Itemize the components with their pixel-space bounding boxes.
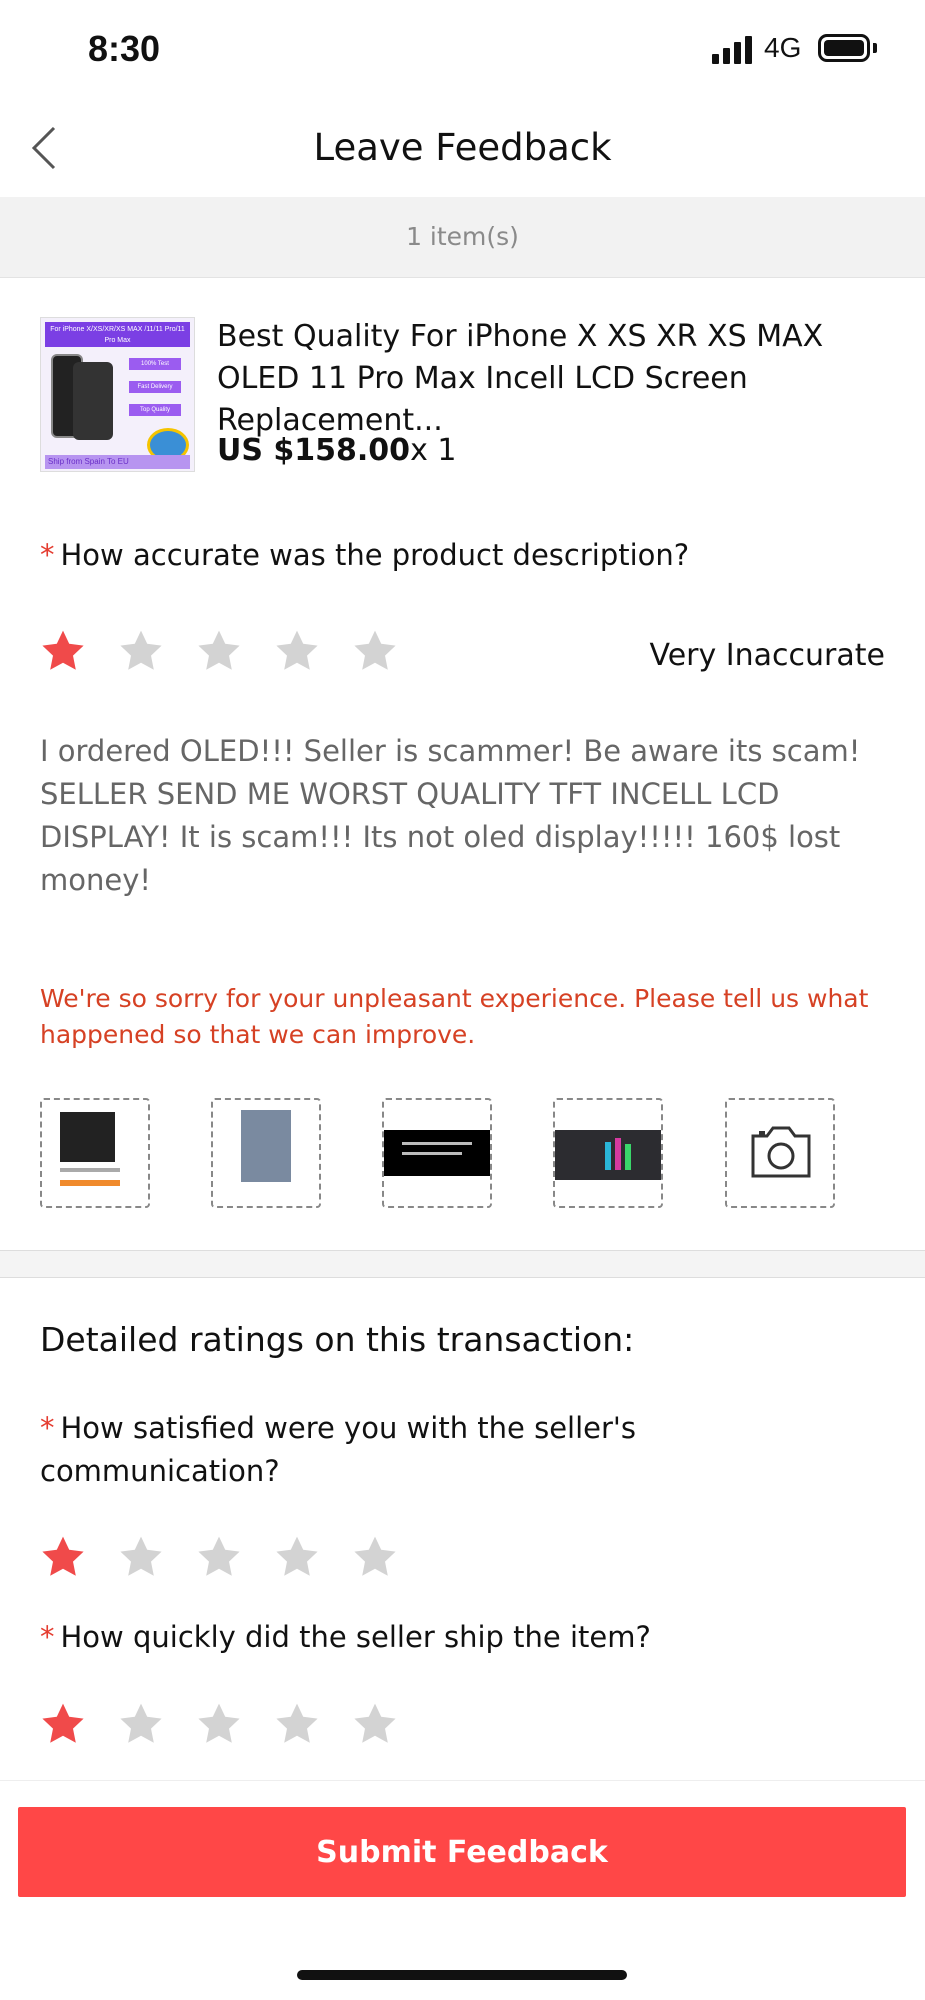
photo-thumb[interactable] — [553, 1098, 663, 1208]
q1-rating-text: Very Inaccurate — [649, 638, 885, 673]
star-icon[interactable] — [273, 1700, 321, 1748]
photo-content — [625, 1144, 631, 1170]
photo-content — [60, 1180, 120, 1186]
photo-content — [241, 1110, 291, 1182]
star-icon[interactable] — [351, 627, 399, 675]
product-price: US $158.00 — [217, 433, 411, 468]
thumb-tag: Fast Delivery — [129, 381, 181, 393]
star-icon[interactable] — [117, 1700, 165, 1748]
star-icon[interactable] — [351, 1700, 399, 1748]
footer-divider — [0, 1780, 925, 1781]
photo-content — [60, 1112, 115, 1162]
star-icon[interactable] — [117, 1533, 165, 1581]
star-icon[interactable] — [273, 627, 321, 675]
page-title: Leave Feedback — [313, 126, 612, 169]
q2-label: * How satisfied were you with the seller'… — [40, 1407, 800, 1493]
thumb-tag: Top Quality — [129, 404, 181, 416]
submit-feedback-button[interactable]: Submit Feedback — [18, 1807, 906, 1897]
thumb-footer: Ship from Spain To EU — [45, 455, 190, 469]
signal-icon — [712, 36, 754, 64]
camera-icon — [751, 1126, 811, 1178]
status-time: 8:30 — [88, 28, 161, 69]
section-divider — [0, 1250, 925, 1278]
network-label: 4G — [764, 32, 802, 63]
star-icon[interactable] — [39, 1533, 87, 1581]
product-title[interactable]: Best Quality For iPhone X XS XR XS MAX O… — [217, 316, 897, 442]
star-icon[interactable] — [195, 627, 243, 675]
q3-label: * How quickly did the seller ship the ite… — [40, 1620, 900, 1654]
required-marker: * — [40, 538, 55, 572]
photo-content — [402, 1142, 472, 1145]
battery-tip — [873, 43, 877, 53]
required-marker: * — [40, 1411, 55, 1445]
home-indicator — [297, 1970, 627, 1980]
photo-content — [60, 1168, 120, 1172]
thumb-banner: For iPhone X/XS/XR/XS MAX /11/11 Pro/11 … — [45, 322, 190, 347]
photo-content — [605, 1142, 611, 1170]
q3-stars — [39, 1700, 399, 1748]
star-icon[interactable] — [273, 1533, 321, 1581]
sorry-message: We're so sorry for your unpleasant exper… — [40, 984, 869, 1049]
battery-icon — [818, 34, 870, 62]
photo-content — [402, 1152, 462, 1155]
star-icon[interactable] — [195, 1700, 243, 1748]
star-icon[interactable] — [351, 1533, 399, 1581]
review-textarea[interactable]: I ordered OLED!!! Seller is scammer! Be … — [40, 730, 890, 902]
star-icon[interactable] — [39, 1700, 87, 1748]
phone-image-back — [73, 362, 113, 440]
star-icon[interactable] — [39, 627, 87, 675]
q2-stars — [39, 1533, 399, 1581]
detailed-heading: Detailed ratings on this transaction: — [40, 1320, 635, 1359]
star-icon[interactable] — [195, 1533, 243, 1581]
required-marker: * — [40, 1620, 55, 1654]
q1-label-text: How accurate was the product description… — [60, 538, 690, 572]
photo-thumb[interactable] — [211, 1098, 321, 1208]
photo-content — [615, 1138, 621, 1170]
add-photo-button[interactable] — [725, 1098, 835, 1208]
photo-thumb[interactable] — [382, 1098, 492, 1208]
photo-thumb[interactable] — [40, 1098, 150, 1208]
q1-stars — [39, 627, 399, 675]
items-count: 1 item(s) — [0, 197, 925, 278]
product-thumbnail[interactable]: For iPhone X/XS/XR/XS MAX /11/11 Pro/11 … — [40, 317, 195, 472]
q3-label-text: How quickly did the seller ship the item… — [60, 1620, 651, 1654]
q2-label-text: How satisfied were you with the seller's… — [40, 1411, 637, 1488]
thumb-tag: 100% Test — [129, 358, 181, 370]
q1-label: * How accurate was the product descriptio… — [40, 538, 900, 572]
product-price-row: US $158.00x 1 — [217, 433, 456, 468]
product-quantity: x 1 — [410, 433, 457, 468]
star-icon[interactable] — [117, 627, 165, 675]
